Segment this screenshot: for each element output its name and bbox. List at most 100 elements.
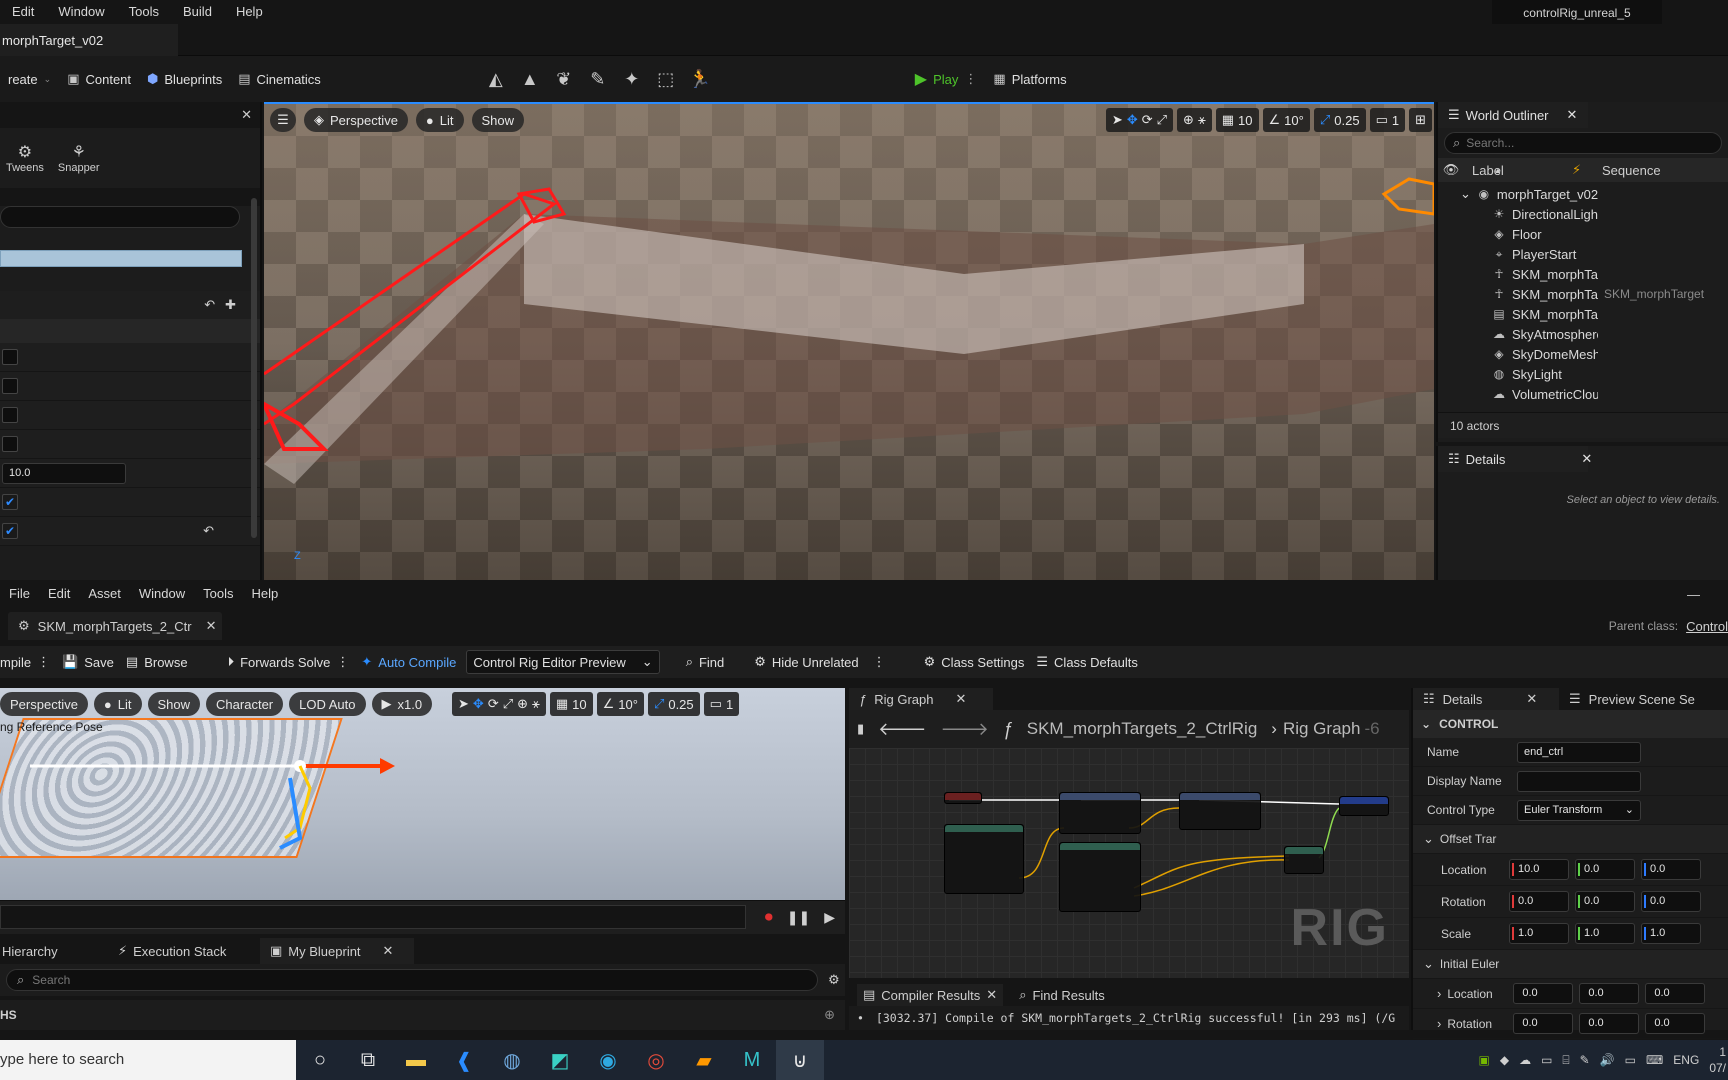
forward-arrow-icon[interactable]: 🡒 — [940, 719, 988, 740]
filter-input[interactable] — [0, 206, 240, 228]
scale-snap-button[interactable]: ⤢ 0.25 — [1313, 108, 1366, 132]
outliner-row[interactable]: ◈ SkyDomeMesh — [1438, 344, 1728, 364]
offset-location-x[interactable]: 10.0 — [1509, 859, 1569, 880]
back-arrow-icon[interactable]: 🡐 — [878, 719, 926, 740]
menu-help[interactable]: Help — [224, 0, 275, 24]
language-indicator[interactable]: ENG — [1673, 1053, 1699, 1067]
animation-mode-icon[interactable]: 🏃 — [683, 62, 717, 96]
close-icon[interactable]: ✕ — [986, 987, 997, 1003]
pin-icon[interactable]: ✚ — [225, 297, 236, 313]
cr-menu-file[interactable]: File — [0, 582, 39, 606]
option-checkbox[interactable] — [2, 349, 18, 365]
fracture-mode-icon[interactable]: ✦ — [615, 62, 649, 96]
taskbar-search-box[interactable]: ype here to search — [0, 1040, 296, 1080]
landscape-mode-icon[interactable]: ▲ — [513, 62, 547, 96]
chevron-down-icon[interactable]: ⌄ — [1423, 831, 1434, 847]
store-app-icon[interactable]: ◩ — [536, 1040, 584, 1080]
viewport-menu-button[interactable]: ☰ — [270, 108, 296, 132]
select-icon[interactable]: ➤ — [458, 696, 469, 712]
cr-menu-window[interactable]: Window — [130, 582, 194, 606]
breadcrumb-asset[interactable]: SKM_morphTargets_2_CtrlRig — [1027, 719, 1258, 739]
breadcrumb-graph[interactable]: Rig Graph — [1283, 719, 1360, 739]
offset-rotation-z[interactable]: 0.0 — [1641, 891, 1701, 912]
foliage-mode-icon[interactable]: ❦ — [547, 62, 581, 96]
offset-rotation-y[interactable]: 0.0 — [1575, 891, 1635, 912]
preview-lit-button[interactable]: ● Lit — [93, 692, 142, 716]
undo-icon[interactable]: ↶ — [204, 297, 215, 313]
outliner-row[interactable]: ▤ SKM_morphTar — [1438, 304, 1728, 324]
minimize-icon[interactable]: — — [1687, 587, 1700, 602]
network-icon[interactable]: ⌸ — [1562, 1053, 1569, 1068]
initial-location-y[interactable]: 0.0 — [1579, 983, 1640, 1004]
outliner-row[interactable]: ☀ DirectionalLight — [1438, 204, 1728, 224]
volume-icon[interactable]: 🔊 — [1600, 1053, 1615, 1067]
select-icon[interactable]: ➤ — [1112, 112, 1123, 128]
mesh-paint-mode-icon[interactable]: ✎ — [581, 62, 615, 96]
scale-icon[interactable]: ⤢ — [1157, 112, 1167, 128]
initial-location-x[interactable]: 0.0 — [1513, 983, 1574, 1004]
graph-node-get-transform[interactable] — [944, 824, 1024, 894]
offset-scale-z[interactable]: 1.0 — [1641, 923, 1701, 944]
outliner-row[interactable]: ☁ VolumetricClou — [1438, 384, 1728, 404]
close-icon[interactable]: ✕ — [241, 107, 252, 123]
vscode-icon[interactable]: ❰ — [440, 1040, 488, 1080]
control-rig-preview-viewport[interactable]: Perspective ● Lit Show Character LOD Auto… — [0, 688, 845, 900]
app-tray-icon[interactable]: ◆ — [1500, 1053, 1509, 1067]
world-space-icon[interactable]: ⊕ — [517, 696, 528, 712]
file-explorer-icon[interactable]: ▬ — [392, 1040, 440, 1080]
initial-location-z[interactable]: 0.0 — [1645, 983, 1706, 1004]
graph-node-set-control-offset-2[interactable] — [1179, 792, 1261, 830]
outliner-row[interactable]: ⌄ ◉ morphTarget_v02 — [1438, 184, 1728, 204]
tab-hierarchy[interactable]: Hierarchy — [0, 938, 110, 964]
translate-icon[interactable]: ✥ — [473, 696, 484, 712]
task-view-icon[interactable]: ⧉ — [344, 1040, 392, 1080]
details-tab[interactable]: ☷ Details ✕ — [1438, 446, 1592, 472]
more-options-icon[interactable]: ⋮ — [873, 654, 886, 670]
offset-scale-y[interactable]: 1.0 — [1575, 923, 1635, 944]
clock[interactable]: 1 07/ — [1709, 1044, 1726, 1076]
more-options-icon[interactable]: ⋮ — [964, 71, 977, 87]
offset-scale-x[interactable]: 1.0 — [1509, 923, 1569, 944]
outliner-row[interactable]: ⌖ PlayerStart — [1438, 244, 1728, 264]
chrome-icon[interactable]: ◎ — [632, 1040, 680, 1080]
chevron-down-icon[interactable]: ⌄ — [1423, 956, 1434, 972]
preview-scale-snap[interactable]: ⤢ 0.25 — [647, 692, 700, 716]
blueprint-search-input[interactable]: ⌕ Search — [6, 969, 818, 991]
close-icon[interactable]: ✕ — [1526, 691, 1537, 707]
hide-unrelated-button[interactable]: ⚙ Hide Unrelated ⋮ — [748, 646, 891, 678]
level-tab[interactable]: morphTarget_v02 — [0, 24, 178, 56]
rig-graph-canvas[interactable]: RIG — [849, 748, 1409, 978]
option-checkbox[interactable] — [2, 436, 18, 452]
menu-edit[interactable]: Edit — [0, 0, 46, 24]
tab-compiler-results[interactable]: ▤ Compiler Results ✕ — [857, 984, 1004, 1006]
checked-checkbox[interactable]: ✔ — [2, 494, 18, 510]
option-checkbox[interactable] — [2, 407, 18, 423]
maximize-viewport-button[interactable]: ⊞ — [1409, 108, 1432, 132]
close-icon[interactable]: ✕ — [383, 943, 394, 959]
cr-menu-edit[interactable]: Edit — [39, 582, 79, 606]
camera-speed-button[interactable]: ▭ 1 — [1369, 108, 1406, 132]
control-rig-asset-tab[interactable]: ⚙ SKM_morphTargets_2_Ctr ✕ — [8, 612, 222, 640]
control-section-header[interactable]: ⌄ CONTROL — [1413, 710, 1728, 738]
save-button[interactable]: 💾 Save — [56, 646, 120, 678]
tweens-tool[interactable]: ⚙ Tweens — [6, 142, 44, 174]
name-input[interactable]: end_ctrl — [1517, 741, 1641, 763]
close-icon[interactable]: ✕ — [1567, 107, 1578, 123]
preview-lod-button[interactable]: LOD Auto — [289, 692, 366, 716]
initial-rotation-z[interactable]: 0.0 — [1645, 1013, 1706, 1034]
outliner-row[interactable]: ☥ SKM_morphTar SKM_morphTarget — [1438, 284, 1728, 304]
compile-button[interactable]: mpile ⋮ — [0, 646, 56, 678]
show-button[interactable]: Show — [471, 108, 525, 132]
close-icon[interactable]: ✕ — [1581, 451, 1592, 467]
graph-node-get-transform-2[interactable] — [1059, 842, 1141, 912]
tab-find-results[interactable]: ⌕ Find Results — [1019, 987, 1105, 1003]
add-graph-icon[interactable]: ⊕ — [824, 1007, 835, 1023]
offset-location-y[interactable]: 0.0 — [1575, 859, 1635, 880]
display-name-input[interactable] — [1517, 770, 1641, 792]
graph-node-set-morph[interactable] — [1339, 796, 1389, 816]
rig-graph-tab[interactable]: ƒ Rig Graph ✕ — [849, 688, 993, 710]
battery-icon[interactable]: ▭ — [1625, 1053, 1636, 1067]
cinematics-button[interactable]: ▤ Cinematics — [230, 56, 329, 102]
gear-icon[interactable]: ⚙ — [828, 972, 840, 988]
level-viewport[interactable]: ☰ ◈ Perspective ● Lit Show ➤ ✥ ⟳ ⤢ ⊕ ⚹ ▦ 10… — [264, 102, 1434, 580]
